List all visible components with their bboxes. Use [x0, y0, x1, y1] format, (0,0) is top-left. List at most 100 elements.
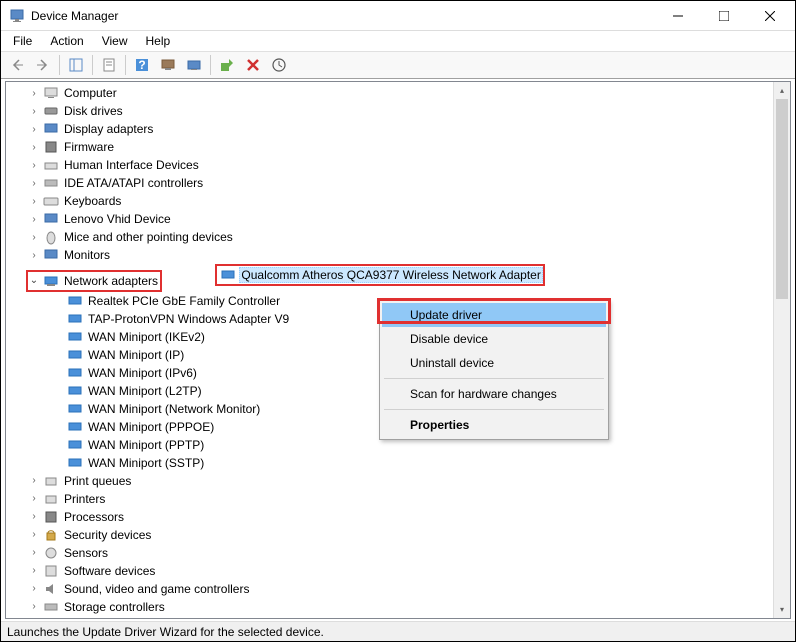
chevron-right-icon[interactable]: ›: [28, 601, 40, 612]
tree-item-label: Computer: [62, 86, 119, 100]
chevron-right-icon[interactable]: ›: [28, 250, 40, 261]
tree-item-label: Keyboards: [62, 194, 123, 208]
chevron-right-icon[interactable]: ›: [28, 511, 40, 522]
chevron-right-icon[interactable]: ›: [28, 529, 40, 540]
chevron-right-icon[interactable]: ›: [28, 214, 40, 225]
menu-item-label: Disable device: [410, 332, 488, 346]
chevron-down-icon[interactable]: ⌄: [28, 275, 40, 286]
uninstall-device-button[interactable]: [241, 53, 265, 77]
chevron-right-icon[interactable]: ›: [28, 124, 40, 135]
tree-item[interactable]: › Monitors: [12, 246, 790, 264]
menu-item-label: Scan for hardware changes: [410, 387, 557, 401]
storage-icon: [43, 599, 59, 615]
tree-item[interactable]: › Mice and other pointing devices: [12, 228, 790, 246]
chevron-right-icon[interactable]: ›: [28, 178, 40, 189]
tree-item[interactable]: › Software devices: [12, 562, 790, 580]
network-adapter-icon: [67, 437, 83, 453]
scroll-up-arrow-icon[interactable]: ▴: [774, 82, 790, 99]
display-icon: [43, 121, 59, 137]
tree-item-label: WAN Miniport (Network Monitor): [86, 402, 262, 416]
tree-item[interactable]: ›Sound, video and game controllers: [12, 580, 790, 598]
tree-item[interactable]: ›Lenovo Vhid Device: [12, 210, 790, 228]
network-adapter-icon: [67, 329, 83, 345]
sensor-icon: [43, 545, 59, 561]
menu-help[interactable]: Help: [138, 32, 179, 50]
network-adapter-icon: [67, 455, 83, 471]
tree-item[interactable]: › Keyboards: [12, 192, 790, 210]
chevron-right-icon[interactable]: ›: [28, 106, 40, 117]
highlight-box-device: Qualcomm Atheros QCA9377 Wireless Networ…: [215, 264, 544, 286]
tree-item-label: WAN Miniport (PPTP): [86, 438, 206, 452]
menu-file[interactable]: File: [5, 32, 40, 50]
chevron-right-icon[interactable]: ›: [28, 493, 40, 504]
tree-item[interactable]: ›IDE ATA/ATAPI controllers: [12, 174, 790, 192]
scrollbar-thumb[interactable]: [776, 99, 788, 299]
chevron-right-icon[interactable]: ›: [28, 160, 40, 171]
context-menu-scan-hardware[interactable]: Scan for hardware changes: [382, 382, 606, 406]
context-menu-disable-device[interactable]: Disable device: [382, 327, 606, 351]
enable-device-button[interactable]: [215, 53, 239, 77]
network-adapter-icon: [67, 365, 83, 381]
context-menu-uninstall-device[interactable]: Uninstall device: [382, 351, 606, 375]
printer-icon: [43, 491, 59, 507]
chevron-right-icon[interactable]: ›: [28, 583, 40, 594]
chevron-right-icon[interactable]: ›: [28, 565, 40, 576]
tree-item-label: Processors: [62, 510, 126, 524]
tree-item[interactable]: › Storage controllers: [12, 598, 790, 616]
tree-item-label: Display adapters: [62, 122, 155, 136]
sound-icon: [43, 581, 59, 597]
vertical-scrollbar[interactable]: ▴ ▾: [773, 82, 790, 618]
tree-item-label: Monitors: [62, 248, 112, 262]
scan-hardware-toolbar-button[interactable]: [182, 53, 206, 77]
menu-action[interactable]: Action: [42, 32, 91, 50]
tree-item-label: Storage controllers: [62, 600, 167, 614]
context-menu-properties[interactable]: Properties: [382, 413, 606, 437]
tree-item[interactable]: ›Security devices: [12, 526, 790, 544]
network-adapter-icon: [67, 347, 83, 363]
tree-item[interactable]: › Sensors: [12, 544, 790, 562]
tree-item-label: Print queues: [62, 474, 133, 488]
scroll-down-arrow-icon[interactable]: ▾: [774, 601, 790, 618]
update-driver-toolbar-button[interactable]: [156, 53, 180, 77]
tree-item[interactable]: ›Firmware: [12, 138, 790, 156]
help-button[interactable]: ?: [130, 53, 154, 77]
tree-item-label: Mice and other pointing devices: [62, 230, 235, 244]
firmware-icon: [43, 139, 59, 155]
menu-view[interactable]: View: [94, 32, 136, 50]
tree-item-label: Sensors: [62, 546, 110, 560]
back-button[interactable]: [5, 53, 29, 77]
tree-item[interactable]: › Processors: [12, 508, 790, 526]
chevron-right-icon[interactable]: ›: [28, 475, 40, 486]
chevron-right-icon[interactable]: ›: [28, 142, 40, 153]
tree-item[interactable]: › Print queues: [12, 472, 790, 490]
context-menu-update-driver[interactable]: Update driver: [382, 303, 606, 327]
tree-item[interactable]: › Human Interface Devices: [12, 156, 790, 174]
tree-item[interactable]: ›Disk drives: [12, 102, 790, 120]
chevron-right-icon[interactable]: ›: [28, 88, 40, 99]
tree-item-label[interactable]: Network adapters: [62, 274, 160, 288]
tree-item-label: WAN Miniport (L2TP): [86, 384, 204, 398]
forward-button[interactable]: [31, 53, 55, 77]
maximize-button[interactable]: [701, 1, 747, 31]
tree-item-label[interactable]: Qualcomm Atheros QCA9377 Wireless Networ…: [239, 267, 542, 283]
tree-item[interactable]: WAN Miniport (SSTP): [12, 454, 790, 472]
tree-item[interactable]: › Display adapters: [12, 120, 790, 138]
tree-item-label: Human Interface Devices: [62, 158, 201, 172]
chevron-right-icon[interactable]: ›: [28, 196, 40, 207]
minimize-button[interactable]: [655, 1, 701, 31]
tree-item-label: WAN Miniport (IP): [86, 348, 186, 362]
printer-icon: [43, 473, 59, 489]
tree-item[interactable]: › Computer: [12, 84, 790, 102]
tree-item-label: Software devices: [62, 564, 157, 578]
tree-item-label: WAN Miniport (SSTP): [86, 456, 206, 470]
chevron-right-icon[interactable]: ›: [28, 547, 40, 558]
ide-icon: [43, 175, 59, 191]
title-bar: Device Manager: [1, 1, 795, 31]
properties-button[interactable]: [97, 53, 121, 77]
scrollbar-track[interactable]: [774, 99, 790, 601]
show-hide-console-tree-button[interactable]: [64, 53, 88, 77]
chevron-right-icon[interactable]: ›: [28, 232, 40, 243]
close-button[interactable]: [747, 1, 793, 31]
scan-for-changes-button[interactable]: [267, 53, 291, 77]
tree-item[interactable]: ›Printers: [12, 490, 790, 508]
